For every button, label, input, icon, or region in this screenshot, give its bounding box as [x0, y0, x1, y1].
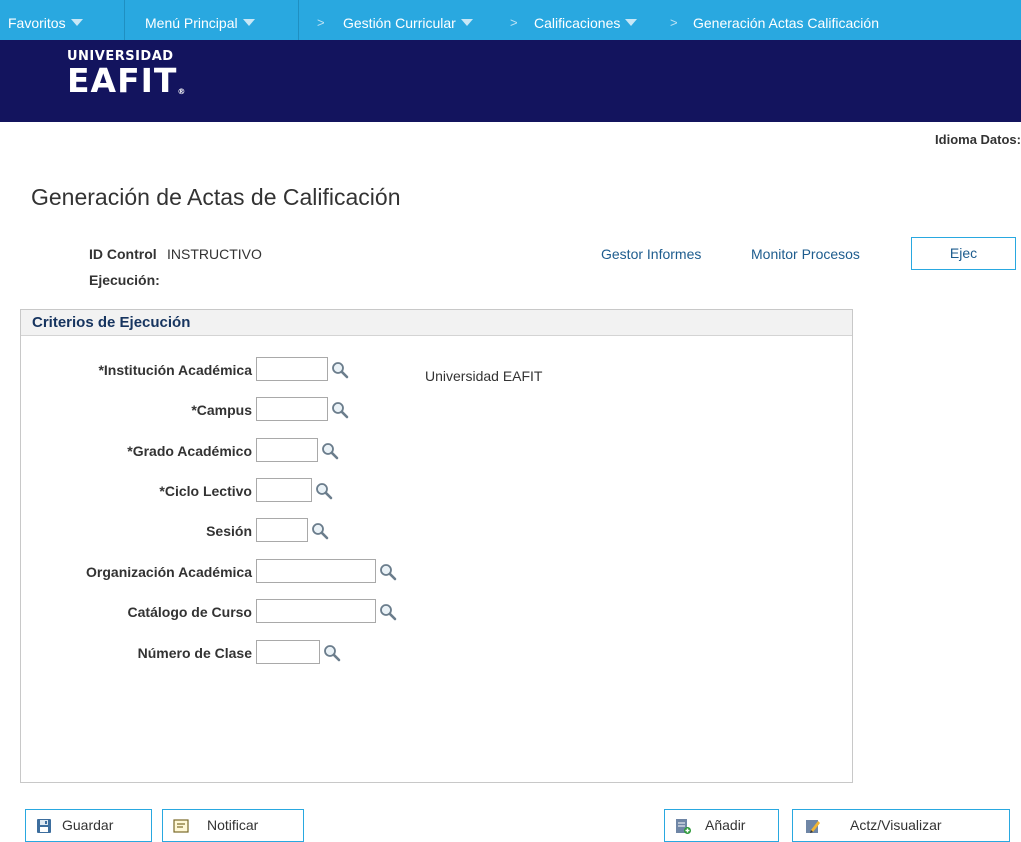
favoritos-label: Favoritos: [8, 15, 66, 31]
save-label: Guardar: [62, 817, 114, 833]
run-control-value: INSTRUCTIVO: [167, 246, 262, 262]
breadcrumb-label: Generación Actas Calificación: [693, 15, 879, 31]
menu-principal[interactable]: Menú Principal: [145, 0, 255, 40]
field-label-organizacion: Organización Académica: [86, 564, 252, 580]
report-manager-link[interactable]: Gestor Informes: [601, 246, 701, 262]
logo-line-2: EAFIT®: [67, 64, 186, 109]
run-control-label: ID Control: [89, 246, 157, 262]
data-language-label: Idioma Datos:: [935, 132, 1021, 147]
breadcrumb-separator-icon: >: [670, 15, 678, 30]
save-disk-icon: [37, 819, 51, 833]
lookup-magnifier-icon[interactable]: [315, 482, 333, 500]
lookup-magnifier-icon[interactable]: [379, 563, 397, 581]
breadcrumb-label: Calificaciones: [534, 15, 621, 31]
top-nav-bar: Favoritos Menú Principal > Gestión Curri…: [0, 0, 1021, 40]
menu-principal-label: Menú Principal: [145, 15, 238, 31]
field-label-numero-clase: Número de Clase: [137, 645, 252, 661]
breadcrumb-gestion-curricular[interactable]: Gestión Curricular: [343, 0, 473, 40]
institucion-input[interactable]: [256, 357, 328, 381]
run-button[interactable]: Ejec: [911, 237, 1016, 270]
run-control-label-2: Ejecución:: [89, 272, 160, 288]
add-page-icon: [676, 819, 691, 834]
caret-down-icon: [242, 19, 255, 26]
nav-divider: [124, 0, 125, 40]
catalogo-curso-input[interactable]: [256, 599, 376, 623]
institution-description: Universidad EAFIT: [425, 368, 543, 384]
process-monitor-link[interactable]: Monitor Procesos: [751, 246, 860, 262]
update-pencil-icon: [806, 820, 820, 833]
breadcrumb-separator-icon: >: [317, 15, 325, 30]
notify-note-icon: [173, 819, 189, 833]
caret-down-icon: [460, 19, 473, 26]
lookup-magnifier-icon[interactable]: [379, 603, 397, 621]
breadcrumb-label: Gestión Curricular: [343, 15, 456, 31]
lookup-magnifier-icon[interactable]: [321, 442, 339, 460]
update-display-button[interactable]: Actz/Visualizar: [792, 809, 1010, 842]
field-label-ciclo: *Ciclo Lectivo: [159, 483, 252, 499]
breadcrumb-current-page: Generación Actas Calificación: [693, 0, 879, 40]
lookup-magnifier-icon[interactable]: [331, 401, 349, 419]
logo-wordmark: EAFIT: [67, 61, 178, 100]
run-criteria-heading: Criterios de Ejecución: [21, 310, 852, 336]
page-title: Generación de Actas de Calificación: [31, 184, 401, 210]
lookup-magnifier-icon[interactable]: [311, 522, 329, 540]
add-button[interactable]: Añadir: [664, 809, 779, 842]
numero-clase-input[interactable]: [256, 640, 320, 664]
nav-divider: [298, 0, 299, 40]
caret-down-icon: [70, 19, 83, 26]
organizacion-academica-input[interactable]: [256, 559, 376, 583]
caret-down-icon: [625, 19, 638, 26]
field-label-institucion: *Institución Académica: [98, 362, 252, 378]
update-display-label: Actz/Visualizar: [850, 817, 942, 833]
logo-registered-mark: ®: [177, 87, 187, 96]
breadcrumb-calificaciones[interactable]: Calificaciones: [534, 0, 638, 40]
campus-input[interactable]: [256, 397, 328, 421]
header-banner: UNIVERSIDAD EAFIT®: [0, 40, 1021, 122]
lookup-magnifier-icon[interactable]: [323, 644, 341, 662]
field-label-campus: *Campus: [191, 402, 252, 418]
ciclo-lectivo-input[interactable]: [256, 478, 312, 502]
field-label-sesion: Sesión: [206, 523, 252, 539]
field-label-grado: *Grado Académico: [127, 443, 252, 459]
eafit-logo: UNIVERSIDAD EAFIT®: [67, 50, 186, 109]
add-label: Añadir: [705, 817, 746, 833]
sesion-input[interactable]: [256, 518, 308, 542]
field-label-catalogo: Catálogo de Curso: [127, 604, 252, 620]
lookup-magnifier-icon[interactable]: [331, 361, 349, 379]
notify-label: Notificar: [207, 817, 259, 833]
favoritos-menu[interactable]: Favoritos: [8, 0, 83, 40]
save-button[interactable]: Guardar: [25, 809, 152, 842]
grado-academico-input[interactable]: [256, 438, 318, 462]
breadcrumb-separator-icon: >: [510, 15, 518, 30]
notify-button[interactable]: Notificar: [162, 809, 304, 842]
